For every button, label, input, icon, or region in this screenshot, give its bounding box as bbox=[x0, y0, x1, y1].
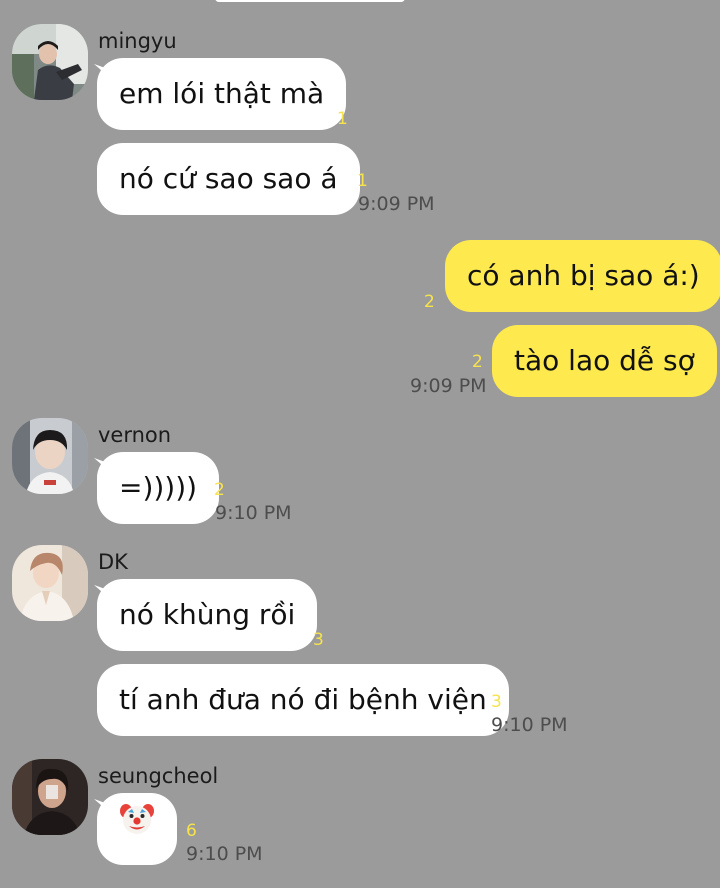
message-bubble[interactable]: nó khùng rồi bbox=[97, 579, 318, 651]
message-timestamp: 9:10 PM bbox=[215, 502, 292, 524]
message-bubble[interactable]: tào lao dễ sợ bbox=[492, 325, 717, 397]
avatar-mingyu[interactable] bbox=[12, 24, 88, 100]
message-bubble[interactable]: tí anh đưa nó đi bệnh viện bbox=[97, 664, 509, 736]
message-timestamp: 9:09 PM bbox=[410, 375, 487, 397]
message-text: nó cứ sao sao á bbox=[119, 162, 338, 195]
sender-name: mingyu bbox=[98, 29, 177, 53]
unread-count: 1 bbox=[357, 171, 368, 191]
message-bubble[interactable]: nó cứ sao sao á bbox=[97, 143, 360, 215]
message-text: tí anh đưa nó đi bệnh viện bbox=[119, 683, 487, 716]
unread-count: 6 bbox=[186, 821, 197, 841]
message-timestamp: 9:10 PM bbox=[491, 714, 568, 736]
avatar-dk[interactable] bbox=[12, 545, 88, 621]
avatar-seungcheol[interactable] bbox=[12, 759, 88, 835]
avatar-vernon[interactable] bbox=[12, 418, 88, 494]
message-bubble[interactable]: em lói thật mà bbox=[97, 58, 347, 130]
message-text: có anh bị sao á:) bbox=[467, 259, 700, 292]
avatar-photo-icon bbox=[12, 24, 88, 100]
unread-count: 3 bbox=[491, 692, 502, 712]
message-bubble[interactable] bbox=[97, 793, 177, 865]
message-timestamp: 9:09 PM bbox=[358, 193, 435, 215]
unread-count: 2 bbox=[472, 352, 483, 372]
unread-count: 2 bbox=[424, 292, 435, 312]
previous-message-bubble-edge bbox=[215, 0, 405, 2]
message-bubble[interactable]: =))))) bbox=[97, 452, 220, 524]
unread-count: 2 bbox=[214, 480, 225, 500]
avatar-photo-icon bbox=[12, 418, 88, 494]
avatar-photo-icon bbox=[12, 545, 88, 621]
avatar-photo-icon bbox=[12, 759, 88, 835]
message-text: nó khùng rồi bbox=[119, 598, 296, 631]
sender-name: seungcheol bbox=[98, 764, 219, 788]
message-text: tào lao dễ sợ bbox=[514, 344, 695, 377]
sender-name: DK bbox=[98, 550, 128, 574]
message-text: =))))) bbox=[119, 471, 198, 504]
message-bubble[interactable]: có anh bị sao á:) bbox=[445, 240, 720, 312]
sender-name: vernon bbox=[98, 423, 172, 447]
unread-count: 1 bbox=[337, 109, 348, 129]
message-text: em lói thật mà bbox=[119, 77, 325, 110]
unread-count: 3 bbox=[313, 630, 324, 650]
clown-face-icon bbox=[119, 791, 155, 863]
message-timestamp: 9:10 PM bbox=[186, 843, 263, 865]
